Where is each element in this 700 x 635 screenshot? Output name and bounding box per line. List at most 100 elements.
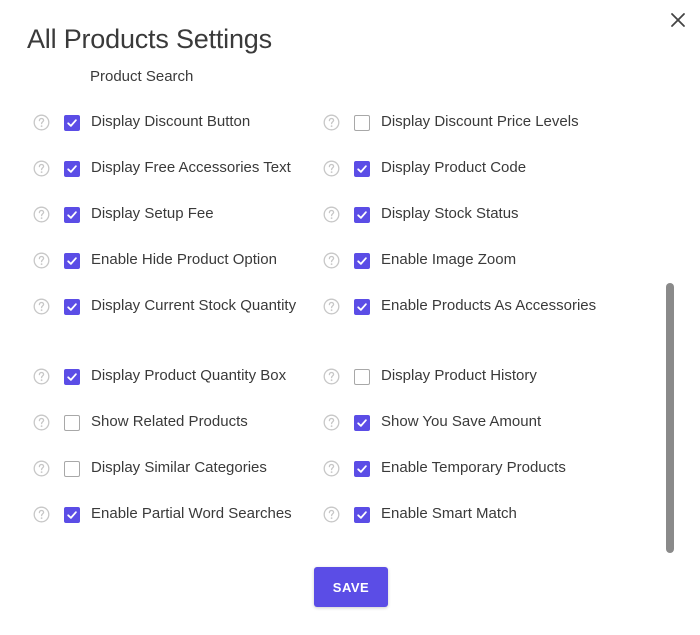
help-circle-icon	[323, 368, 340, 385]
setting-label: Display Stock Status	[381, 205, 519, 222]
help-circle-icon	[33, 298, 50, 315]
setting-checkbox[interactable]	[354, 207, 370, 223]
setting-checkbox[interactable]	[64, 415, 80, 431]
setting-checkbox[interactable]	[354, 161, 370, 177]
setting-checkbox[interactable]	[64, 461, 80, 477]
help-icon[interactable]	[33, 114, 50, 131]
close-button[interactable]	[668, 10, 688, 30]
setting-label: Enable Partial Word Searches	[91, 505, 292, 522]
help-circle-icon	[33, 414, 50, 431]
setting-label: Display Product Quantity Box	[91, 367, 287, 384]
setting-checkbox[interactable]	[64, 115, 80, 131]
checkmark-icon	[67, 257, 77, 265]
save-button[interactable]: SAVE	[314, 567, 388, 607]
scrollbar-thumb[interactable]	[666, 283, 674, 553]
help-icon[interactable]	[323, 160, 340, 177]
setting-label: Enable Smart Match	[381, 505, 517, 522]
setting-option: Display Stock Status	[323, 202, 660, 226]
help-icon[interactable]	[33, 368, 50, 385]
help-icon[interactable]	[33, 414, 50, 431]
help-circle-icon	[33, 506, 50, 523]
help-icon[interactable]	[323, 368, 340, 385]
setting-label: Display Setup Fee	[91, 205, 214, 222]
checkmark-icon	[67, 119, 77, 127]
setting-option: Display Discount Price Levels	[323, 110, 660, 134]
help-icon[interactable]	[33, 298, 50, 315]
setting-option: Enable Hide Product Option	[0, 248, 323, 272]
setting-checkbox[interactable]	[354, 299, 370, 315]
help-circle-icon	[323, 160, 340, 177]
setting-option: Display Product Quantity Box	[0, 364, 323, 388]
settings-scroll-area[interactable]: Product Search Display Discount Button Di…	[0, 60, 700, 550]
setting-checkbox[interactable]	[64, 161, 80, 177]
setting-option: Enable Products As Accessories	[323, 294, 660, 318]
help-icon[interactable]	[33, 160, 50, 177]
checkmark-icon	[67, 373, 77, 381]
help-icon[interactable]	[323, 414, 340, 431]
setting-label: Display Free Accessories Text	[91, 159, 291, 176]
setting-checkbox[interactable]	[354, 415, 370, 431]
option-row: Show Related Products Show You Save Amoun…	[0, 410, 660, 456]
help-icon[interactable]	[33, 206, 50, 223]
option-row: Display Product Quantity Box Display Prod…	[0, 364, 660, 410]
help-icon[interactable]	[323, 114, 340, 131]
setting-label: Display Discount Button	[91, 113, 251, 130]
setting-checkbox[interactable]	[64, 299, 80, 315]
setting-option: Display Free Accessories Text	[0, 156, 323, 180]
setting-label: Enable Products As Accessories	[381, 297, 597, 314]
help-circle-icon	[323, 114, 340, 131]
setting-label: Display Discount Price Levels	[381, 113, 579, 130]
help-circle-icon	[323, 506, 340, 523]
settings-dialog: All Products Settings Product Search Dis…	[0, 0, 700, 635]
setting-label: Enable Temporary Products	[381, 459, 566, 476]
setting-checkbox[interactable]	[354, 461, 370, 477]
setting-option: Enable Image Zoom	[323, 248, 660, 272]
help-icon[interactable]	[33, 506, 50, 523]
setting-option: Enable Temporary Products	[323, 456, 660, 480]
setting-option: Display Current Stock Quantity	[0, 294, 323, 318]
help-icon[interactable]	[33, 252, 50, 269]
help-circle-icon	[323, 252, 340, 269]
help-icon[interactable]	[323, 460, 340, 477]
checkmark-icon	[357, 211, 367, 219]
checkmark-icon	[357, 465, 367, 473]
checkmark-icon	[67, 211, 77, 219]
option-row: Display Current Stock Quantity Enable Pro…	[0, 294, 660, 364]
setting-option: Display Product History	[323, 364, 660, 388]
checkmark-icon	[357, 419, 367, 427]
help-circle-icon	[33, 114, 50, 131]
setting-label: Show You Save Amount	[381, 413, 542, 430]
help-icon[interactable]	[323, 252, 340, 269]
setting-checkbox[interactable]	[354, 507, 370, 523]
close-icon	[671, 13, 685, 27]
setting-option: Show Related Products	[0, 410, 323, 434]
setting-checkbox[interactable]	[354, 253, 370, 269]
setting-option: Display Setup Fee	[0, 202, 323, 226]
option-row: Display Similar Categories Enable Tempora…	[0, 456, 660, 502]
help-icon[interactable]	[323, 506, 340, 523]
setting-option: Enable Partial Word Searches	[0, 502, 323, 526]
setting-checkbox[interactable]	[64, 369, 80, 385]
setting-label: Enable Image Zoom	[381, 251, 517, 268]
checkmark-icon	[357, 303, 367, 311]
setting-option: Display Discount Button	[0, 110, 323, 134]
setting-option: Enable Smart Match	[323, 502, 660, 526]
checkmark-icon	[357, 511, 367, 519]
setting-label: Display Current Stock Quantity	[91, 297, 297, 314]
setting-option: Show You Save Amount	[323, 410, 660, 434]
setting-checkbox[interactable]	[64, 253, 80, 269]
setting-label: Display Product Code	[381, 159, 527, 176]
setting-checkbox[interactable]	[64, 507, 80, 523]
option-row: Enable Hide Product Option Enable Image Z…	[0, 248, 660, 294]
help-icon[interactable]	[33, 460, 50, 477]
option-row: Display Setup Fee Display Stock Status	[0, 202, 660, 248]
help-icon[interactable]	[323, 206, 340, 223]
help-circle-icon	[323, 414, 340, 431]
help-icon[interactable]	[323, 298, 340, 315]
checkmark-icon	[357, 165, 367, 173]
setting-checkbox[interactable]	[354, 369, 370, 385]
setting-checkbox[interactable]	[64, 207, 80, 223]
setting-label: Show Related Products	[91, 413, 248, 430]
option-row: Display Free Accessories Text Display Pro…	[0, 156, 660, 202]
setting-checkbox[interactable]	[354, 115, 370, 131]
